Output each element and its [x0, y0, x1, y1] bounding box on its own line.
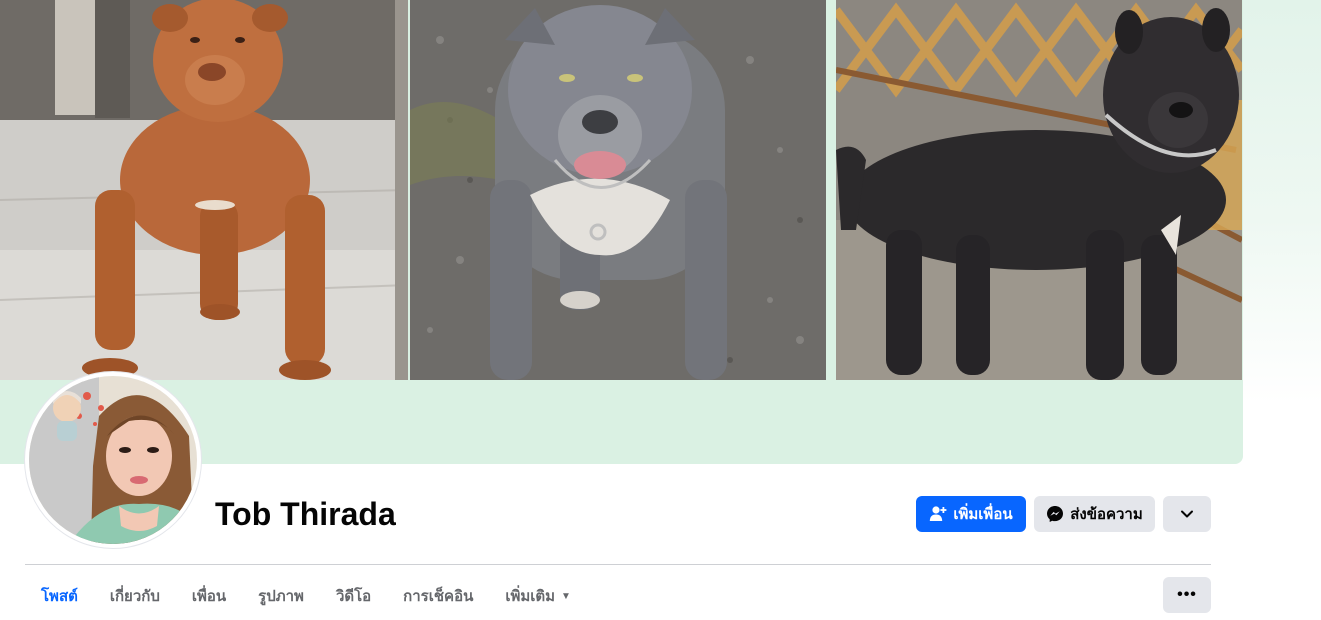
- add-friend-button[interactable]: เพิ่มเพื่อน: [916, 496, 1026, 532]
- tab-about[interactable]: เกี่ยวกับ: [94, 574, 176, 618]
- profile-name: Tob Thirada: [215, 496, 396, 532]
- person-plus-icon: [929, 505, 947, 523]
- cover-image-gray-dog: [410, 0, 826, 380]
- message-button[interactable]: ส่งข้อความ: [1034, 496, 1155, 532]
- tab-more[interactable]: เพิ่มเติม ▼: [489, 574, 587, 618]
- message-label: ส่งข้อความ: [1070, 506, 1143, 523]
- profile-page: Tob Thirada เพิ่มเพื่อน ส่งข้อความ โพสต์…: [0, 0, 1243, 620]
- tab-photos[interactable]: รูปภาพ: [242, 574, 320, 618]
- cover-image-red-dog: [0, 0, 408, 380]
- ellipsis-icon: •••: [1177, 586, 1197, 603]
- tab-videos[interactable]: วิดีโอ: [320, 574, 387, 618]
- tabs-overflow-button[interactable]: •••: [1163, 577, 1211, 613]
- profile-picture[interactable]: [25, 372, 201, 548]
- profile-avatar-image: [29, 376, 197, 544]
- tab-checkins[interactable]: การเช็คอิน: [387, 574, 489, 618]
- tab-friends[interactable]: เพื่อน: [176, 574, 242, 618]
- profile-tabs: โพสต์ เกี่ยวกับ เพื่อน รูปภาพ วิดีโอ การ…: [25, 574, 587, 618]
- caret-down-icon: ▼: [561, 590, 571, 602]
- cover-photo-collage: [0, 0, 1243, 380]
- profile-divider: [25, 564, 1211, 565]
- chevron-down-icon: [1180, 507, 1194, 521]
- more-actions-button[interactable]: [1163, 496, 1211, 532]
- cover-image-black-dog: [836, 0, 1242, 380]
- messenger-icon: [1046, 505, 1064, 523]
- add-friend-label: เพิ่มเพื่อน: [953, 506, 1013, 523]
- tab-posts[interactable]: โพสต์: [25, 574, 94, 618]
- cover-photo[interactable]: [0, 0, 1243, 464]
